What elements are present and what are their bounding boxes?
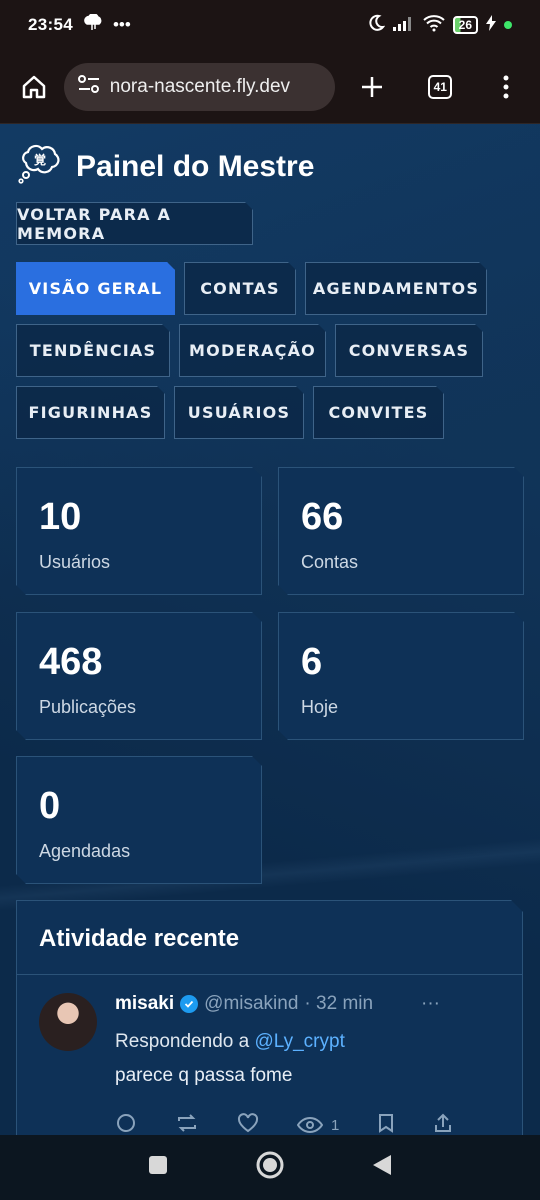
like-icon[interactable] [237,1113,259,1135]
signal-icon [392,15,415,35]
activity-post[interactable]: misaki @misakind · 32 min ··· Respondend… [17,975,522,1135]
charging-icon [486,15,496,35]
browser-toolbar: nora-nascente.fly.dev 41 [0,50,540,124]
views-count: 1 [331,1116,340,1134]
reply-context: Respondendo a @Ly_crypt [115,1031,500,1053]
url-bar[interactable]: nora-nascente.fly.dev [63,62,335,111]
stat-label: Usuários [39,552,111,572]
status-time: 23:54 [28,15,73,34]
tab-switcher-button[interactable]: 41 [420,67,460,107]
url-text: nora-nascente.fly.dev [109,75,291,97]
new-tab-icon[interactable] [353,67,393,107]
status-bar: 23:54 ••• 26 [0,0,540,50]
svg-text:覚: 覚 [34,152,46,167]
stat-value: 6 [301,641,323,683]
stat-card-accounts: 66 Contas [278,467,524,595]
stat-card-scheduled: 0 Agendadas [16,756,262,884]
post-author-handle[interactable]: @misakind [204,993,298,1015]
moon-icon [367,14,385,36]
tab-invites[interactable]: CONVITES [313,386,444,439]
tab-conversations[interactable]: CONVERSAS [335,324,483,377]
stat-card-users: 10 Usuários [16,467,262,595]
stat-label: Hoje [301,697,339,717]
post-actions: 1 [115,1113,500,1135]
post-more-icon[interactable]: ··· [421,993,440,1015]
share-icon[interactable] [433,1113,453,1135]
recents-icon[interactable] [147,1154,169,1181]
recent-activity-title: Atividade recente [17,901,522,975]
post-author-name[interactable]: misaki [115,993,174,1015]
page-header: 覚 Painel do Mestre [18,144,314,189]
reply-mention-link[interactable]: @Ly_crypt [254,1031,344,1052]
tab-accounts[interactable]: CONTAS [184,262,296,315]
back-nav-icon[interactable] [371,1153,393,1182]
privacy-dot-icon [504,21,512,29]
tab-schedules[interactable]: AGENDAMENTOS [305,262,487,315]
tab-count: 41 [428,74,453,99]
avatar[interactable] [39,993,97,1051]
weather-icon [83,12,103,37]
stat-card-posts: 468 Publicações [16,612,262,740]
stat-value: 10 [39,496,82,538]
site-settings-icon[interactable] [77,75,100,98]
stat-value: 0 [39,785,61,827]
stat-label: Agendadas [39,841,131,861]
reply-prefix: Respondendo a [115,1031,255,1052]
page-title: Painel do Mestre [76,149,315,183]
back-to-memora-button[interactable]: VOLTAR PARA A MEMORA [16,202,253,245]
reply-icon[interactable] [115,1113,137,1135]
tab-moderation[interactable]: MODERAÇÃO [179,324,326,377]
repost-icon[interactable] [175,1113,199,1135]
tab-stickers[interactable]: FIGURINHAS [16,386,165,439]
views-icon[interactable]: 1 [297,1113,339,1135]
verified-badge-icon [180,995,198,1013]
stat-card-today: 6 Hoje [278,612,524,740]
post-time: · 32 min [304,993,374,1014]
tab-trends[interactable]: TENDÊNCIAS [16,324,170,377]
more-notifications-icon: ••• [112,15,131,34]
browser-menu-icon[interactable] [486,67,526,107]
wifi-icon [422,14,445,36]
system-navigation-bar [0,1135,540,1200]
tab-overview[interactable]: VISÃO GERAL [16,262,175,315]
home-nav-icon[interactable] [255,1150,285,1185]
thinking-logo-icon: 覚 [18,144,62,189]
stat-value: 66 [301,496,344,538]
battery-indicator: 26 [452,16,478,34]
page-content: 覚 Painel do Mestre VOLTAR PARA A MEMORA … [0,124,540,1135]
stat-label: Publicações [39,697,137,717]
post-text: parece q passa fome [115,1065,293,1086]
recent-activity-panel: Atividade recente misaki @misakind · 32 … [16,900,523,1135]
tab-users[interactable]: USUÁRIOS [174,386,304,439]
stat-label: Contas [301,552,359,572]
stat-value: 468 [39,641,103,683]
bookmark-icon[interactable] [377,1113,395,1135]
home-icon[interactable] [14,67,54,107]
